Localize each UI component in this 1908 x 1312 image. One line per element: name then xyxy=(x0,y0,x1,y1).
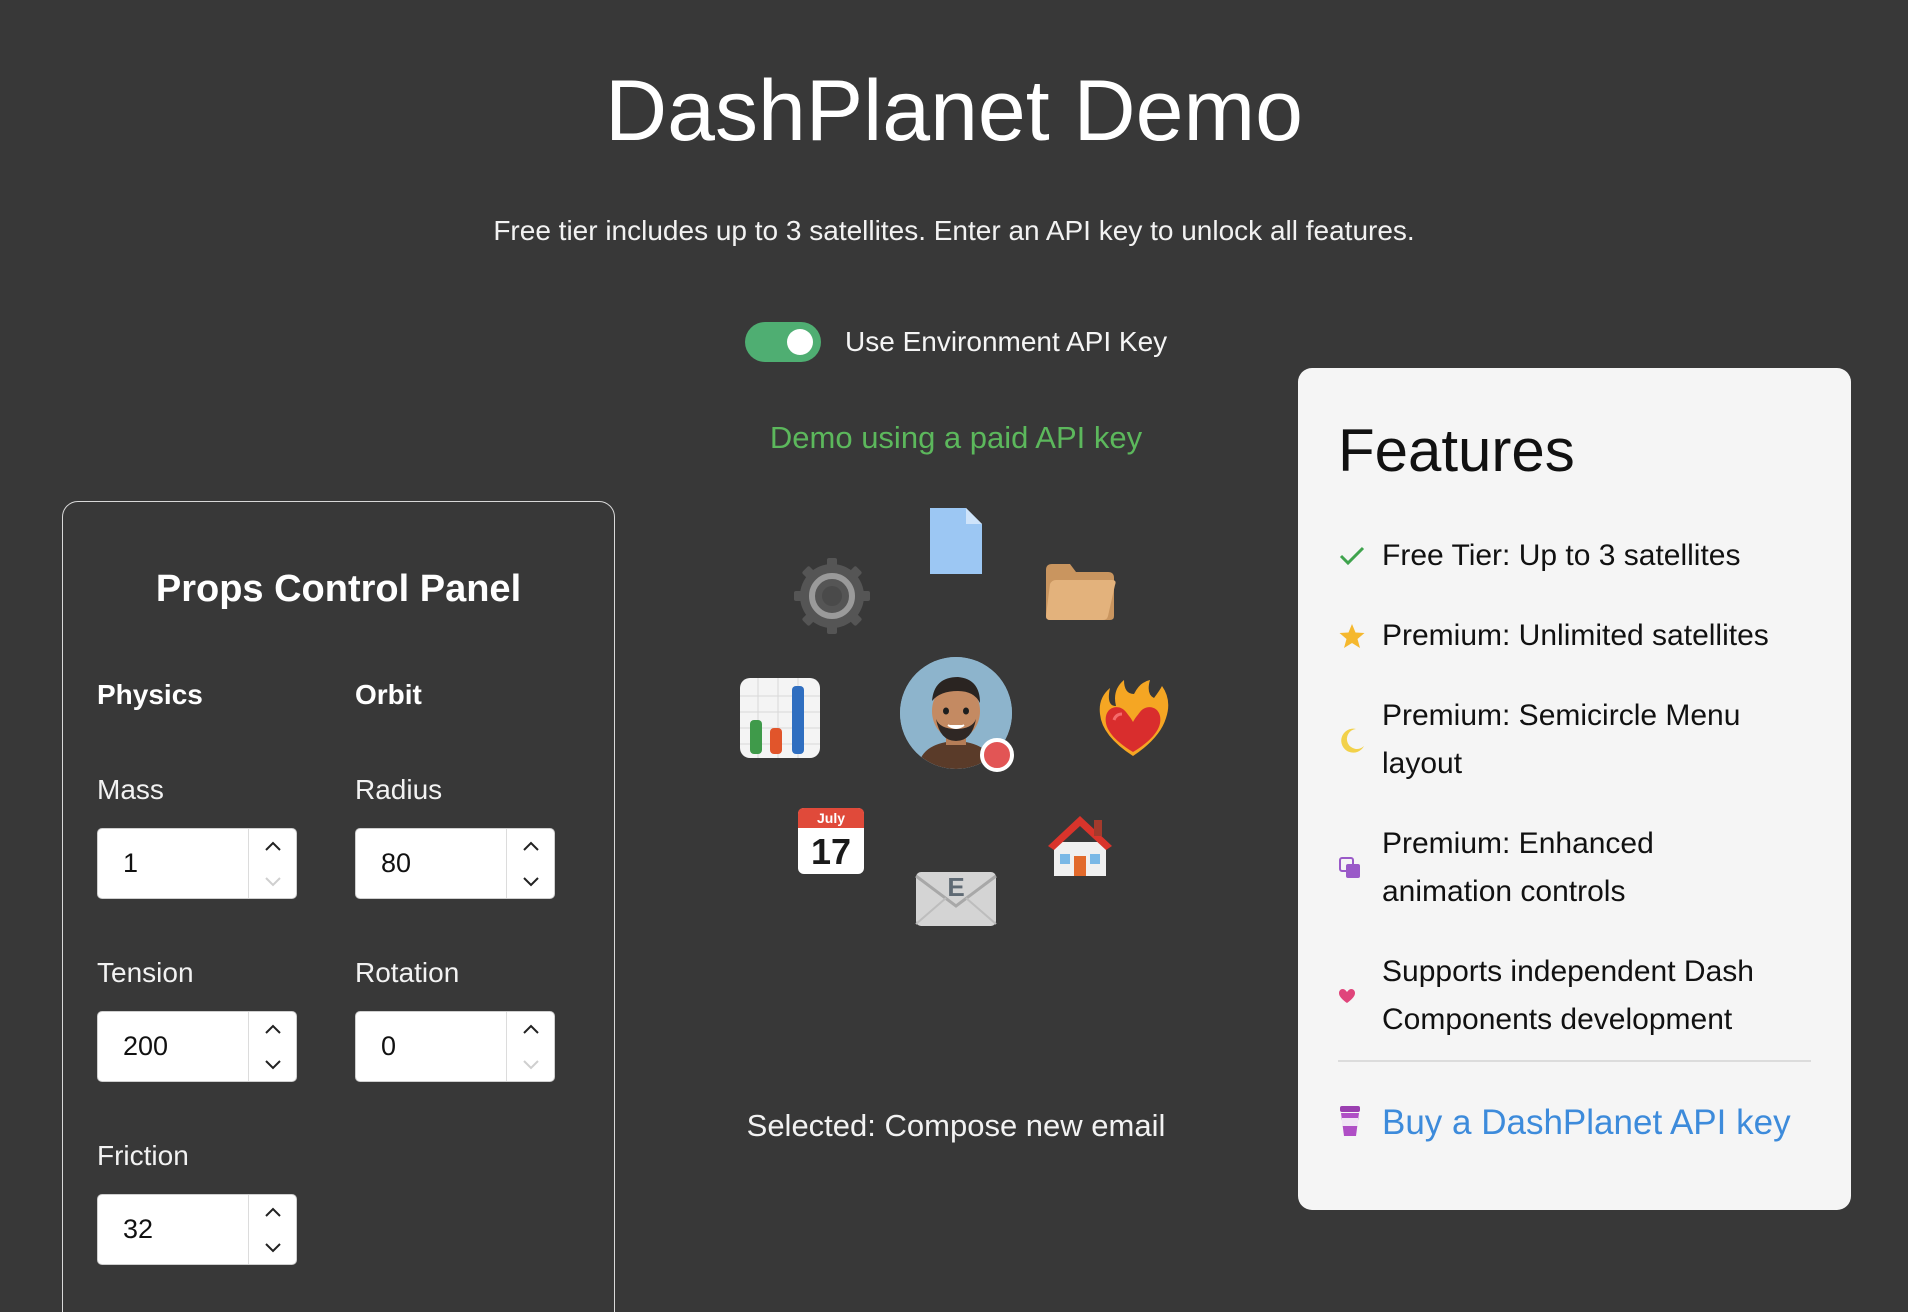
page: DashPlanet Demo Free tier includes up to… xyxy=(0,0,1908,1312)
rotation-label: Rotation xyxy=(355,957,460,988)
chevron-up-icon xyxy=(264,1024,281,1034)
calendar-month: July xyxy=(817,810,845,826)
api-key-toggle-label: Use Environment API Key xyxy=(845,326,1168,357)
rotation-input[interactable]: 0 xyxy=(355,1011,555,1082)
feature-text-line: Supports independent Dash xyxy=(1382,955,1754,988)
physics-heading: Physics xyxy=(97,679,203,710)
radius-stepper xyxy=(506,829,554,898)
page-title: DashPlanet Demo xyxy=(605,63,1303,159)
radius-input[interactable]: 80 xyxy=(355,828,555,899)
features-title: Features xyxy=(1338,417,1575,484)
radius-label: Radius xyxy=(355,774,443,805)
star-icon xyxy=(1338,622,1382,650)
heart-on-fire-icon[interactable] xyxy=(1094,676,1172,765)
chevron-down-icon xyxy=(264,877,281,887)
check-icon xyxy=(1338,545,1382,567)
feature-text-line: Components development xyxy=(1382,1003,1733,1036)
features-divider xyxy=(1338,1060,1811,1062)
feature-text: Premium: Semicircle Menu layout xyxy=(1382,692,1740,788)
mass-input[interactable]: 1 xyxy=(97,828,297,899)
api-key-toggle-row: Use Environment API Key xyxy=(745,322,1167,362)
gear-icon[interactable] xyxy=(790,554,874,643)
copy-icon xyxy=(1338,856,1382,880)
folder-icon[interactable] xyxy=(1042,560,1118,629)
tension-stepper xyxy=(248,1012,296,1081)
chevron-down-icon xyxy=(522,877,539,887)
feature-text-line: layout xyxy=(1382,747,1463,780)
mass-value[interactable]: 1 xyxy=(98,829,248,898)
mass-decrement-button[interactable] xyxy=(249,864,296,899)
rotation-stepper xyxy=(506,1012,554,1081)
friction-input[interactable]: 32 xyxy=(97,1194,297,1265)
status-dot xyxy=(980,738,1014,772)
friction-increment-button[interactable] xyxy=(249,1195,296,1230)
email-icon[interactable]: E xyxy=(914,866,998,933)
panel-title: Props Control Panel xyxy=(155,568,522,610)
buy-api-key-link[interactable]: Buy a DashPlanet API key xyxy=(1338,1103,1791,1143)
radius-decrement-button[interactable] xyxy=(507,864,554,899)
chevron-up-icon xyxy=(264,1207,281,1217)
tension-label: Tension xyxy=(97,957,194,988)
rotation-increment-button[interactable] xyxy=(507,1012,554,1047)
moon-icon xyxy=(1338,726,1382,754)
feature-item: Premium: Unlimited satellites xyxy=(1338,612,1821,660)
house-icon[interactable] xyxy=(1044,808,1116,885)
buy-api-key-text[interactable]: Buy a DashPlanet API key xyxy=(1382,1103,1791,1143)
mass-stepper xyxy=(248,829,296,898)
tension-increment-button[interactable] xyxy=(249,1012,296,1047)
feature-text: Premium: Unlimited satellites xyxy=(1382,619,1769,652)
friction-stepper xyxy=(248,1195,296,1264)
coffee-cup-icon xyxy=(1338,1104,1362,1143)
calendar-icon[interactable]: July 17 xyxy=(796,804,866,881)
feature-text: Supports independent Dash Components dev… xyxy=(1382,948,1754,1044)
feature-text: Premium: Enhanced animation controls xyxy=(1382,820,1654,916)
feature-item: Supports independent Dash Components dev… xyxy=(1338,948,1821,1044)
chevron-up-icon xyxy=(522,841,539,851)
chevron-down-icon xyxy=(264,1060,281,1070)
feature-text-line: Premium: Semicircle Menu xyxy=(1382,699,1741,732)
feature-item: Premium: Enhanced animation controls xyxy=(1338,820,1821,916)
calendar-day: 17 xyxy=(811,831,851,872)
props-control-panel: Props Control Panel Physics Orbit Mass 1… xyxy=(62,501,615,1312)
radius-increment-button[interactable] xyxy=(507,829,554,864)
toggle-knob xyxy=(787,329,813,355)
heart-icon xyxy=(1338,988,1382,1004)
chevron-up-icon xyxy=(522,1024,539,1034)
feature-text-line: animation controls xyxy=(1382,875,1626,908)
feature-text: Free Tier: Up to 3 satellites xyxy=(1382,539,1741,572)
friction-decrement-button[interactable] xyxy=(249,1230,296,1265)
rotation-decrement-button[interactable] xyxy=(507,1047,554,1082)
feature-item: Free Tier: Up to 3 satellites xyxy=(1338,532,1821,580)
chevron-down-icon xyxy=(264,1243,281,1253)
chevron-down-icon xyxy=(522,1060,539,1070)
tension-decrement-button[interactable] xyxy=(249,1047,296,1082)
tension-input[interactable]: 200 xyxy=(97,1011,297,1082)
friction-value[interactable]: 32 xyxy=(98,1195,248,1264)
tension-value[interactable]: 200 xyxy=(98,1012,248,1081)
orbit-heading: Orbit xyxy=(355,679,422,710)
radius-value[interactable]: 80 xyxy=(356,829,506,898)
chevron-up-icon xyxy=(264,841,281,851)
feature-text-line: Premium: Enhanced xyxy=(1382,827,1654,860)
friction-label: Friction xyxy=(97,1140,189,1171)
api-key-toggle[interactable] xyxy=(745,322,821,362)
feature-item: Premium: Semicircle Menu layout xyxy=(1338,692,1821,788)
page-subtitle: Free tier includes up to 3 satellites. E… xyxy=(493,215,1415,246)
document-icon[interactable] xyxy=(926,504,986,583)
features-card: Features Free Tier: Up to 3 satellites P… xyxy=(1298,368,1851,1210)
email-letter: E xyxy=(947,872,964,902)
mass-label: Mass xyxy=(97,774,164,805)
mass-increment-button[interactable] xyxy=(249,829,296,864)
rotation-value[interactable]: 0 xyxy=(356,1012,506,1081)
bar-chart-icon[interactable] xyxy=(738,676,822,765)
